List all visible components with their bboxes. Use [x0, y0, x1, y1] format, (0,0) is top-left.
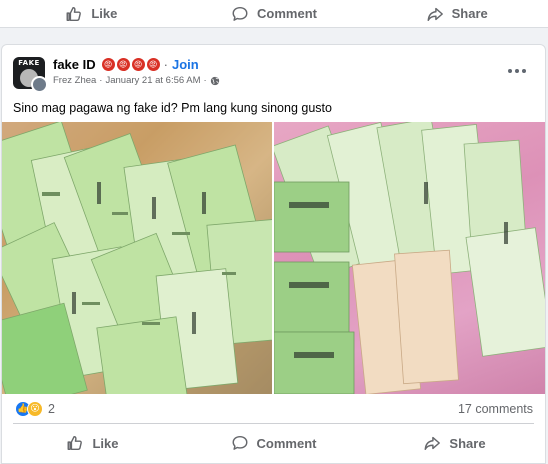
- author-name-link[interactable]: Frez Zhea: [53, 75, 96, 86]
- post-photos: [2, 122, 545, 394]
- post-title-row: fake ID 😡 😡 😡 😡 · Join: [53, 57, 199, 72]
- more-icon: [508, 69, 512, 73]
- post-card: FAKE fake ID 😡 😡 😡 😡 · Join Frez Zhea · …: [1, 44, 546, 464]
- angry-emoji-2: 😡: [116, 58, 130, 71]
- share-button[interactable]: Share: [365, 0, 548, 27]
- meta-separator: ·: [99, 75, 103, 86]
- wow-reaction-icon: 😮: [27, 401, 43, 417]
- group-avatar-text: FAKE: [18, 59, 40, 67]
- post-stats: 👍 😮 2 17 comments: [2, 395, 545, 423]
- post-timestamp[interactable]: January 21 at 6:56 AM: [105, 75, 200, 86]
- angry-emoji-3: 😡: [131, 58, 145, 71]
- photo-left[interactable]: [2, 122, 272, 394]
- id-cards-illustration-left: [2, 122, 272, 394]
- comment-button[interactable]: Comment: [183, 425, 364, 461]
- globe-icon[interactable]: [210, 76, 220, 86]
- join-button[interactable]: Join: [172, 57, 199, 72]
- reaction-count: 2: [48, 402, 55, 416]
- divider: [13, 423, 534, 424]
- like-icon: [66, 6, 82, 21]
- like-button[interactable]: Like: [2, 425, 183, 461]
- post-actions: Like Comment Share: [2, 425, 545, 461]
- user-avatar[interactable]: [31, 76, 48, 93]
- share-button[interactable]: Share: [364, 425, 545, 461]
- id-cards-illustration-right: [274, 122, 545, 394]
- like-label: Like: [91, 6, 118, 21]
- comment-label: Comment: [257, 6, 317, 21]
- photo-right[interactable]: [274, 122, 545, 394]
- like-icon: [68, 435, 83, 451]
- angry-emoji-4: 😡: [146, 58, 160, 71]
- reactions-summary[interactable]: 👍 😮 2: [15, 401, 55, 417]
- comment-icon: [232, 435, 247, 450]
- post-header: FAKE fake ID 😡 😡 😡 😡 · Join Frez Zhea · …: [2, 45, 545, 95]
- post-text: Sino mag pagawa ng fake id? Pm lang kung…: [13, 101, 332, 115]
- angry-emoji-1: 😡: [101, 58, 115, 71]
- share-label: Share: [451, 6, 488, 21]
- group-name-link[interactable]: fake ID: [53, 57, 96, 72]
- like-label: Like: [92, 435, 119, 451]
- previous-post-actions: Like Comment Share: [0, 0, 548, 28]
- post-meta: Frez Zhea · January 21 at 6:56 AM ·: [53, 75, 220, 86]
- meta-separator-2: ·: [203, 75, 207, 86]
- share-icon: [427, 7, 443, 21]
- comment-label: Comment: [256, 435, 317, 451]
- share-label: Share: [449, 435, 486, 451]
- share-icon: [424, 436, 441, 451]
- comment-icon: [232, 6, 248, 21]
- more-options-button[interactable]: [505, 61, 529, 81]
- comment-button[interactable]: Comment: [183, 0, 366, 27]
- separator-dot: ·: [163, 57, 168, 72]
- comment-count-link[interactable]: 17 comments: [458, 402, 533, 416]
- like-button[interactable]: Like: [0, 0, 183, 27]
